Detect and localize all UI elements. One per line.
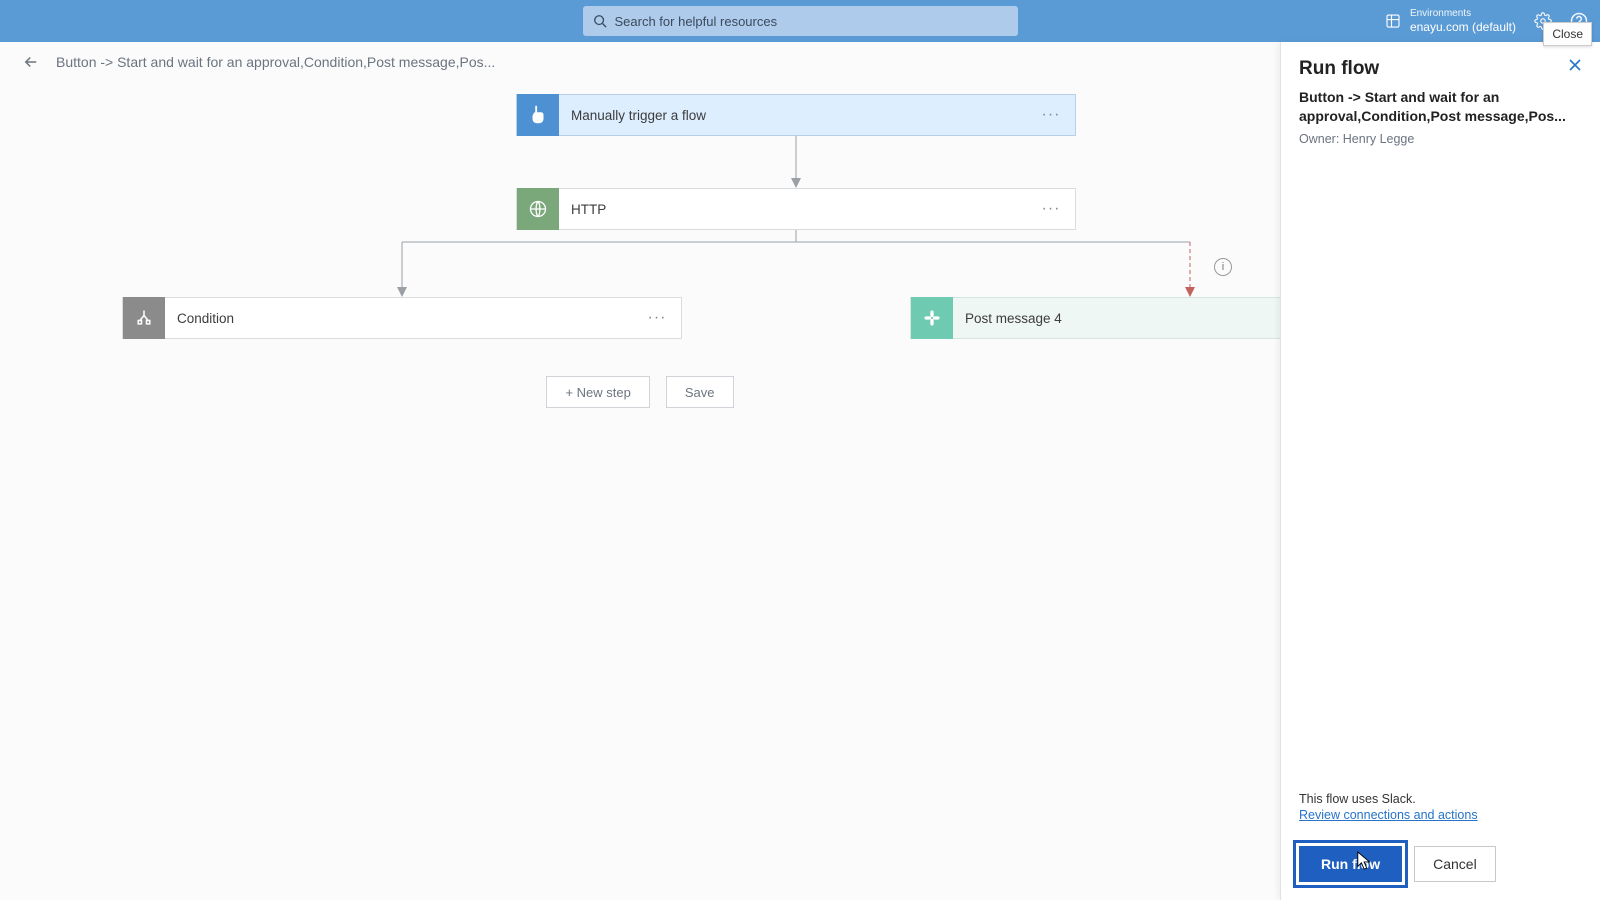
back-arrow-icon[interactable] [22,53,40,71]
condition-card[interactable]: Condition ··· [122,297,682,339]
card-menu-icon[interactable]: ··· [1033,97,1069,133]
panel-subtitle: Button -> Start and wait for an approval… [1299,88,1582,126]
button-trigger-icon [517,94,559,136]
http-card[interactable]: HTTP ··· [516,188,1076,230]
close-tooltip: Close [1543,22,1592,46]
search-input[interactable] [615,14,1008,29]
card-menu-icon[interactable]: ··· [639,300,675,336]
save-button[interactable]: Save [666,376,734,408]
card-menu-icon[interactable]: ··· [1033,191,1069,227]
environment-picker[interactable]: Environments enayu.com (default) [1384,8,1516,34]
mouse-cursor-icon [1356,850,1374,872]
panel-owner: Owner: Henry Legge [1299,132,1582,146]
top-bar: Environments enayu.com (default) Close [0,0,1600,42]
canvas-buttons: + New step Save [0,376,1280,408]
condition-icon [123,297,165,339]
connectors [0,82,1280,482]
run-flow-panel: Run flow Button -> Start and wait for an… [1280,42,1600,900]
search-box[interactable] [583,6,1018,36]
close-icon[interactable] [1568,58,1582,75]
trigger-title: Manually trigger a flow [559,108,1033,123]
run-flow-button[interactable]: Run flow [1299,846,1402,882]
panel-title: Run flow [1299,58,1379,80]
new-step-button[interactable]: + New step [546,376,649,408]
condition-title: Condition [165,311,639,326]
review-connections-link[interactable]: Review connections and actions [1299,808,1478,822]
search-icon [593,14,607,28]
http-title: HTTP [559,202,1033,217]
panel-note: This flow uses Slack. [1299,792,1582,806]
trigger-card[interactable]: Manually trigger a flow ··· [516,94,1076,136]
environment-label: Environments [1410,8,1516,20]
breadcrumb: Button -> Start and wait for an approval… [56,54,495,70]
cancel-button[interactable]: Cancel [1414,846,1496,882]
environment-icon [1384,12,1402,30]
http-icon [517,188,559,230]
info-icon[interactable]: i [1214,258,1232,276]
slack-icon [911,297,953,339]
breadcrumb-bar: Button -> Start and wait for an approval… [0,42,1280,82]
environment-name: enayu.com (default) [1410,20,1516,34]
